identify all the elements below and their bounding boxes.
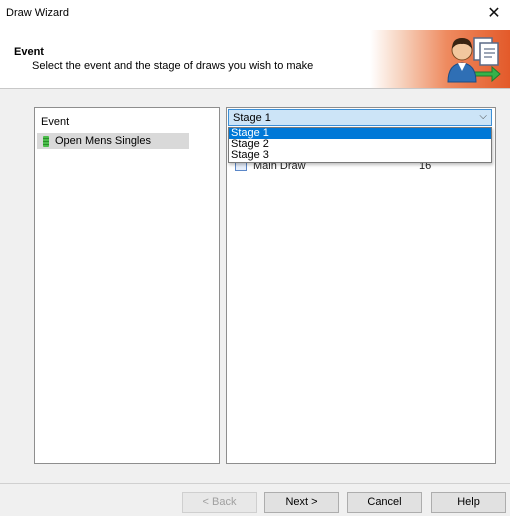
wizard-header: Event Select the event and the stage of …: [0, 30, 510, 89]
close-icon[interactable]: ✕: [484, 3, 504, 25]
wizard-body: Event Open Mens Singles Main Draw 16 Sta…: [0, 89, 510, 483]
title-bar: Draw Wizard ✕: [0, 0, 510, 30]
chevron-down-icon[interactable]: ⌵: [479, 111, 487, 122]
event-list-header: Event: [41, 116, 70, 128]
wizard-person-icon: [447, 37, 501, 83]
back-button[interactable]: < Back: [182, 492, 257, 513]
button-bar: < Back Next > Cancel Help: [0, 483, 510, 516]
cancel-button[interactable]: Cancel: [347, 492, 422, 513]
event-item-open-mens-singles[interactable]: Open Mens Singles: [37, 133, 189, 149]
step-subtitle: Select the event and the stage of draws …: [32, 60, 314, 72]
stage-panel: Main Draw 16 Stage 1 ⌵ Stage 1 Stage 2 S…: [226, 107, 496, 464]
window-title: Draw Wizard: [6, 7, 69, 19]
event-list: Event Open Mens Singles: [34, 107, 220, 464]
stage-option-3[interactable]: Stage 3: [229, 150, 491, 161]
step-title: Event: [14, 46, 44, 58]
event-icon: [43, 135, 49, 147]
stage-dropdown-list: Stage 1 Stage 2 Stage 3: [228, 127, 492, 163]
help-button[interactable]: Help: [431, 492, 506, 513]
event-item-label: Open Mens Singles: [55, 135, 151, 147]
stage-dropdown[interactable]: Stage 1 ⌵: [228, 109, 492, 126]
next-button[interactable]: Next >: [264, 492, 339, 513]
stage-dropdown-value: Stage 1: [233, 112, 271, 124]
